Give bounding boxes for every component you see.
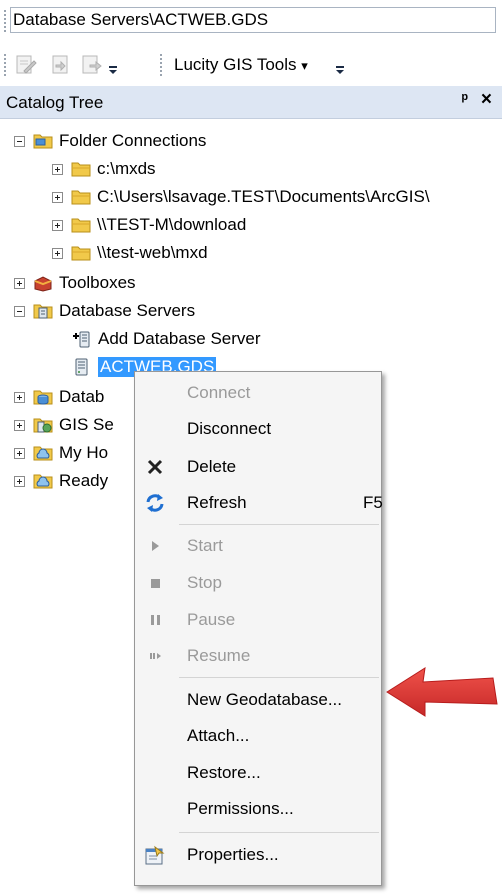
toolbar-grip[interactable]: [4, 54, 6, 76]
tree-item-toolboxes[interactable]: Toolboxes: [14, 269, 136, 297]
folder-icon: [71, 244, 91, 262]
expand-icon[interactable]: [52, 191, 63, 203]
tree-item-label: My Ho: [59, 443, 109, 462]
gis-servers-icon: [33, 416, 53, 434]
tree-item-label: \\TEST-M\download: [97, 215, 247, 234]
catalog-tree-title: Catalog Tree: [6, 93, 104, 112]
tree-item-database-servers[interactable]: Database Servers: [14, 297, 195, 325]
menu-item-delete[interactable]: Delete: [135, 449, 381, 485]
toolbar-grip[interactable]: [160, 54, 162, 76]
import-metadata-icon[interactable]: [48, 53, 72, 77]
toolbox-icon: [33, 274, 53, 292]
menu-item-refresh[interactable]: Refresh F5: [135, 485, 383, 521]
menu-item-start[interactable]: Start: [135, 528, 381, 564]
menu-separator: [179, 524, 379, 525]
tree-item-gis-servers[interactable]: GIS Se: [14, 411, 114, 439]
close-icon[interactable]: ×: [481, 89, 492, 111]
expand-icon[interactable]: [14, 391, 25, 403]
tree-item-ready-to-use-services[interactable]: Ready: [14, 467, 108, 495]
tree-item-label: \\test-web\mxd: [97, 243, 208, 262]
collapse-icon[interactable]: [14, 305, 25, 317]
context-menu: Connect Disconnect Delete Refresh F5 Sta…: [134, 371, 383, 886]
lucity-label: Lucity GIS Tools: [174, 55, 297, 74]
menu-separator: [179, 832, 379, 833]
folder-icon: [71, 216, 91, 234]
menu-item-permissions[interactable]: Permissions...: [135, 791, 381, 827]
expand-icon[interactable]: [52, 219, 63, 231]
tree-item-label: Datab: [59, 387, 105, 406]
pause-icon: [143, 608, 167, 632]
folder-icon: [71, 188, 91, 206]
database-servers-icon: [33, 302, 53, 320]
ready-services-icon: [33, 472, 53, 490]
tree-item-folder[interactable]: C:\Users\lsavage.TEST\Documents\ArcGIS\: [52, 183, 430, 211]
location-field[interactable]: Database Servers\ACTWEB.GDS: [10, 7, 496, 33]
menu-item-connect[interactable]: Connect: [135, 375, 381, 411]
tree-item-folder[interactable]: c:\mxds: [52, 155, 156, 183]
menu-item-new-geodatabase[interactable]: New Geodatabase...: [135, 682, 381, 718]
expand-icon[interactable]: [14, 277, 25, 289]
stop-icon: [143, 571, 167, 595]
pin-icon[interactable]: ᵖ: [462, 91, 468, 109]
delete-icon: [143, 455, 167, 479]
expand-icon[interactable]: [14, 475, 25, 487]
tree-item-label: Toolboxes: [59, 273, 136, 292]
tree-item-my-hosted-services[interactable]: My Ho: [14, 439, 108, 467]
tree-item-folder-connections[interactable]: Folder Connections: [14, 127, 206, 155]
menu-item-disconnect[interactable]: Disconnect: [135, 411, 381, 447]
folder-connections-icon: [33, 132, 53, 150]
tree-item-folder[interactable]: \\test-web\mxd: [52, 239, 208, 267]
tree-item-label: C:\Users\lsavage.TEST\Documents\ArcGIS\: [97, 187, 430, 206]
database-server-icon: [72, 358, 92, 376]
play-icon: [143, 534, 167, 558]
tree-item-label: GIS Se: [59, 415, 114, 434]
tree-item-database-connections[interactable]: Datab: [14, 383, 104, 411]
properties-icon: [143, 843, 167, 867]
export-metadata-icon[interactable]: [80, 53, 104, 77]
chevron-down-icon: ▾: [301, 58, 308, 73]
hosted-services-icon: [33, 444, 53, 462]
toolbar-options-icon[interactable]: [108, 58, 118, 76]
toolbar: Lucity GIS Tools ▾: [0, 40, 502, 86]
menu-item-properties[interactable]: Properties...: [135, 837, 381, 873]
catalog-tree-header: Catalog Tree ᵖ ×: [0, 86, 502, 119]
lucity-gis-tools-menu[interactable]: Lucity GIS Tools ▾: [174, 54, 308, 77]
tree-item-label: Ready: [59, 471, 109, 490]
location-bar: Database Servers\ACTWEB.GDS: [0, 0, 502, 40]
resume-icon: [143, 644, 167, 668]
tree-item-label: Database Servers: [59, 301, 196, 320]
shortcut-label: F5: [363, 493, 383, 512]
toolbar-grip[interactable]: [4, 10, 6, 32]
tree-item-label: Add Database Server: [98, 329, 261, 348]
tree-item-label: Folder Connections: [59, 131, 207, 150]
tree-item-add-database-server[interactable]: Add Database Server: [72, 325, 261, 353]
expand-icon[interactable]: [14, 419, 25, 431]
collapse-icon[interactable]: [14, 135, 25, 147]
menu-item-restore[interactable]: Restore...: [135, 755, 381, 791]
tree-item-folder[interactable]: \\TEST-M\download: [52, 211, 246, 239]
menu-item-pause[interactable]: Pause: [135, 602, 381, 638]
toolbar-options-icon[interactable]: [335, 58, 345, 76]
annotation-arrow-icon: [386, 666, 498, 717]
folder-icon: [71, 160, 91, 178]
expand-icon[interactable]: [14, 447, 25, 459]
menu-item-attach[interactable]: Attach...: [135, 718, 381, 754]
add-server-icon: [72, 330, 92, 348]
menu-item-resume[interactable]: Resume: [135, 638, 381, 674]
database-connections-icon: [33, 388, 53, 406]
tree-item-label: c:\mxds: [97, 159, 156, 178]
expand-icon[interactable]: [52, 163, 63, 175]
expand-icon[interactable]: [52, 247, 63, 259]
edit-metadata-icon[interactable]: [14, 53, 38, 77]
menu-separator: [179, 677, 379, 678]
refresh-icon: [143, 491, 167, 515]
menu-item-stop[interactable]: Stop: [135, 565, 381, 601]
